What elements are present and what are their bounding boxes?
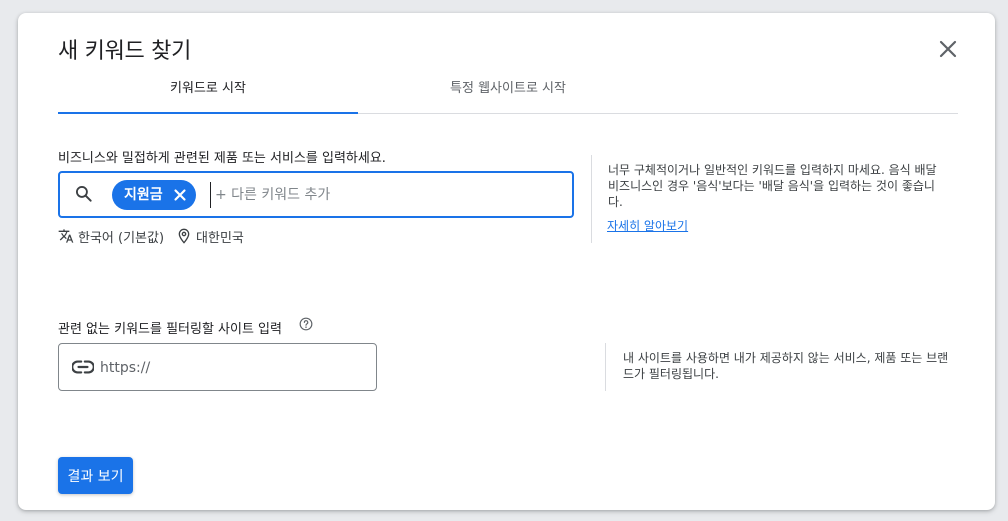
add-keyword-input[interactable] <box>210 182 550 208</box>
keywords-help-text: 너무 구체적이거나 일반적인 키워드를 입력하지 마세요. 음식 배달 비즈니스… <box>608 163 937 209</box>
search-icon <box>76 186 92 202</box>
close-button[interactable] <box>936 37 960 61</box>
tab-bar: 키워드로 시작 특정 웹사이트로 시작 <box>58 75 958 114</box>
language-label[interactable]: 한국어 (기본값) <box>78 227 164 246</box>
learn-more-link[interactable]: 자세히 알아보기 <box>607 217 688 234</box>
location-pin-icon <box>178 228 190 244</box>
site-filter-help-text: 내 사이트를 사용하면 내가 제공하지 않는 서비스, 제품 또는 브랜드가 필… <box>623 351 949 381</box>
keyword-chip: 지원금 <box>112 180 196 210</box>
location-label[interactable]: 대한민국 <box>196 227 244 246</box>
remove-chip-icon[interactable] <box>172 187 188 203</box>
close-icon <box>939 40 957 58</box>
keywords-label: 비즈니스와 밀접하게 관련된 제품 또는 서비스를 입력하세요. <box>58 151 386 166</box>
site-url-box[interactable] <box>58 343 377 391</box>
find-keywords-dialog: 새 키워드 찾기 키워드로 시작 특정 웹사이트로 시작 비즈니스와 밀접하게 … <box>18 13 995 510</box>
translate-icon <box>58 229 74 243</box>
site-filter-label: 관련 없는 키워드를 필터링할 사이트 입력 <box>58 322 282 337</box>
keyword-input-box[interactable]: 지원금 <box>58 171 574 218</box>
link-icon <box>72 360 94 374</box>
view-results-button[interactable]: 결과 보기 <box>58 457 133 494</box>
tab-start-with-website[interactable]: 특정 웹사이트로 시작 <box>358 75 658 113</box>
targeting-row: 한국어 (기본값) 대한민국 <box>58 227 244 246</box>
help-icon[interactable] <box>299 317 313 331</box>
keyword-chip-label: 지원금 <box>124 187 163 203</box>
site-url-input[interactable] <box>100 356 360 380</box>
dialog-title: 새 키워드 찾기 <box>58 39 192 64</box>
tab-start-with-keywords[interactable]: 키워드로 시작 <box>58 75 358 114</box>
help-divider-2 <box>605 343 606 391</box>
help-divider-1 <box>591 155 592 243</box>
